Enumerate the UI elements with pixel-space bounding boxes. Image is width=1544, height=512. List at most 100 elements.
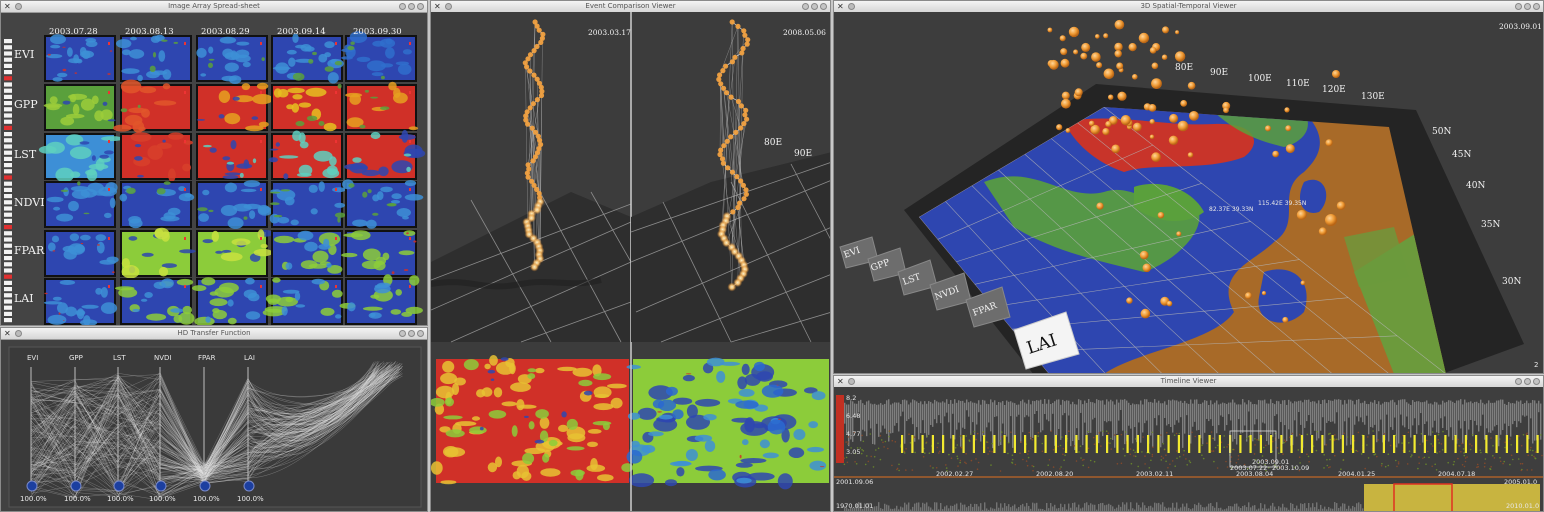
window-close-icon[interactable] [417,3,424,10]
axis-label: NVDI [154,354,171,362]
axis-label: EVI [27,354,38,362]
longitude-label: 80E [1175,63,1193,73]
window-title: Timeline Viewer [1160,377,1217,385]
thumbnail-cell[interactable] [120,132,193,182]
window-title: Image Array Spread-sheet [168,2,260,10]
longitude-label: 130E [1361,92,1385,102]
maximize-icon[interactable] [1524,3,1531,10]
thumbnail-cell[interactable] [120,227,196,279]
coordinate-readout: 115.42E 39.35N [1258,200,1306,207]
thumbnail-cell[interactable] [196,35,268,84]
variable-label: GPP [14,98,38,111]
thumbnail-cell[interactable] [196,133,268,180]
axis-percentage: 100.0% [107,495,134,503]
maximize-icon[interactable] [811,3,818,10]
window-close-icon[interactable] [1533,378,1540,385]
x-date: 2002.02.27 [936,470,973,478]
thumbnail-cell[interactable] [116,34,192,82]
range-end-date: 2005.01.0 [1504,478,1537,486]
comparison-map-pair[interactable] [431,352,831,512]
timeline-window: ✕ Timeline Viewer 8.2 6.48 4.77 3.05 200… [833,375,1544,512]
axis-handle[interactable] [70,480,82,492]
parallel-coordinates-plot[interactable]: EVI GPP LST NVDI FPAR LAI 100.0% 100.0% 10… [1,339,428,512]
thumbnail-cell[interactable] [341,31,417,82]
thumbnail-cell[interactable] [342,179,424,229]
minimize-icon[interactable] [1515,3,1522,10]
variable-label: LST [14,148,37,161]
axis-label: LAI [244,354,255,362]
left-map[interactable] [431,355,634,485]
axis-handle[interactable] [113,480,125,492]
thumbnail-cell[interactable] [339,274,423,325]
thumbnail-cell[interactable] [344,129,426,180]
window-close-icon[interactable] [1533,3,1540,10]
thumbnail-cell[interactable] [269,181,346,228]
thumbnail-cell[interactable] [271,33,344,84]
longitude-label: 90E [794,149,812,159]
thumbnail-cell[interactable] [38,133,124,183]
thumbnail-cell[interactable] [341,230,417,277]
thumbnail-cell[interactable] [196,180,273,229]
thumbnail-cell[interactable] [262,277,343,325]
axis-handle[interactable] [26,480,38,492]
longitude-label: 100E [1248,74,1272,84]
thumbnail-cell[interactable] [44,34,116,82]
thumbnail-cell[interactable] [196,229,273,277]
date-label: 2003.08.29 [201,27,250,37]
date-label: 2003.09.30 [353,27,402,37]
thumbnail-cell[interactable] [345,81,419,131]
axis-handle[interactable] [155,480,167,492]
thumbnail-cell[interactable] [114,278,195,325]
minimize-icon[interactable] [399,3,406,10]
timeline-plot[interactable]: 8.2 6.48 4.77 3.05 2002.02.27 2002.08.20… [834,387,1544,512]
minimize-icon[interactable] [1515,378,1522,385]
axis-handle[interactable] [243,480,255,492]
comparison-views[interactable]: 2003.03.17 2008.05.06 80E 90E [431,12,831,512]
window-close-icon[interactable] [820,3,827,10]
variable-label: NDVI [14,196,45,209]
spreadsheet-window: ✕ Image Array Spread-sheet 2003.07.28 20… [0,0,428,326]
thumbnail-cell[interactable] [44,181,118,228]
spatial-3d-scene[interactable]: EVI GPP LST NVDI FPAR LAI 80E 90E 100E 1… [834,12,1544,374]
coordinate-readout: 82.37E 39.33N [1209,206,1254,213]
maximize-icon[interactable] [408,3,415,10]
axis-label: FPAR [198,354,216,362]
longitude-label: 90E [1210,68,1228,78]
thumbnail-cell[interactable] [43,84,116,131]
range-start-date: 2001.09.06 [836,478,873,486]
thumbnail-cell[interactable] [192,277,268,326]
thumbnail-cell[interactable] [196,82,273,132]
thumbnail-cell[interactable] [44,230,119,277]
thumbnail-cell[interactable] [271,230,343,277]
minimize-icon[interactable] [802,3,809,10]
x-date: 2003.02.11 [1136,470,1173,478]
event-comparison-window: ✕ Event Comparison Viewer 2003.03.17 200… [430,0,831,512]
latitude-label: 30N [1502,277,1521,287]
row-scroll-strip[interactable] [4,39,12,323]
spreadsheet-grid[interactable]: 2003.07.28 2003.08.13 2003.08.29 2003.09… [1,12,428,326]
thumbnail-cell[interactable] [43,278,118,326]
view-date: 2008.05.06 [783,28,826,37]
maximize-icon[interactable] [1524,378,1531,385]
variable-label: FPAR [14,244,45,257]
callout-date: 2003.10.09 [1272,464,1309,472]
transfer-function-window: ✕ HD Transfer Function EVI GPP LST NVDI … [0,327,428,512]
axis-percentage: 100.0% [149,495,176,503]
right-map[interactable] [626,357,830,490]
axis-handle[interactable] [199,480,211,492]
longitude-label: 110E [1286,79,1310,89]
window-title: 3D Spatial-Temporal Viewer [1140,2,1237,10]
thumbnail-cell[interactable] [271,83,343,132]
thumbnail-cell[interactable] [268,130,343,181]
callout-date: 2003.07.22 [1230,464,1267,472]
axis-label: GPP [69,354,83,362]
minimize-icon[interactable] [399,330,406,337]
x-date: 2004.07.18 [1438,470,1475,478]
maximize-icon[interactable] [408,330,415,337]
corner-number: 2 [1534,361,1538,369]
thumbnail-cell[interactable] [113,79,192,133]
window-close-icon[interactable] [417,330,424,337]
thumbnail-cell[interactable] [119,181,195,229]
variable-label: EVI [14,48,34,61]
axis-percentage: 100.0% [193,495,220,503]
